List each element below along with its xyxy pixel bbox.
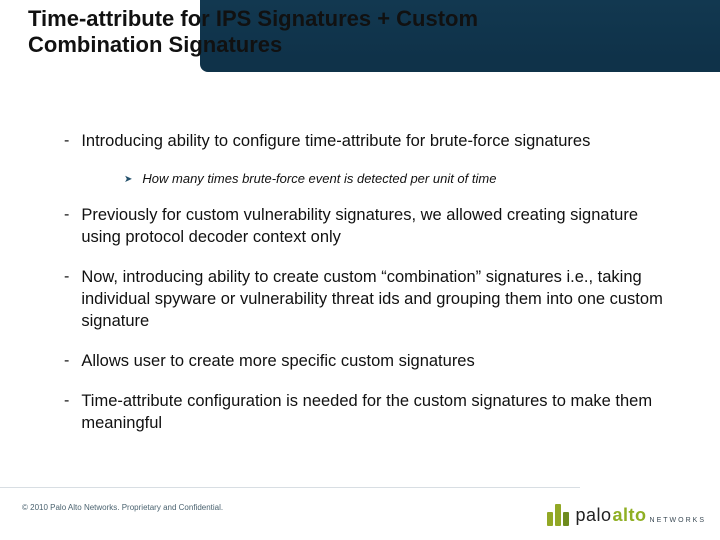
bullet-text: Introducing ability to configure time-at… [81,130,590,152]
bullet-text: Now, introducing ability to create custo… [81,266,664,332]
slide-title: Time-attribute for IPS Signatures + Cust… [28,6,548,58]
dash-icon: - [64,130,69,152]
bullet-item: - Now, introducing ability to create cus… [64,266,664,332]
dash-icon: - [64,350,69,372]
logo-word2: alto [613,505,647,526]
bullet-text: Previously for custom vulnerability sign… [81,204,664,248]
dash-icon: - [64,204,69,248]
bullet-item: - Previously for custom vulnerability si… [64,204,664,248]
divider [0,487,580,488]
bullet-item: - Time-attribute configuration is needed… [64,390,664,434]
bullet-text: Time-attribute configuration is needed f… [81,390,664,434]
arrow-icon: ➤ [124,170,132,190]
dash-icon: - [64,390,69,434]
bullet-item: - Allows user to create more specific cu… [64,350,664,372]
bullet-text: Allows user to create more specific cust… [81,350,474,372]
slide-body: - Introducing ability to configure time-… [64,130,664,452]
sub-bullet-item: ➤ How many times brute-force event is de… [124,170,664,190]
bullet-item: - Introducing ability to configure time-… [64,130,664,152]
sub-bullet-text: How many times brute-force event is dete… [142,170,496,190]
logo-word1: palo [576,505,612,526]
footer-text: © 2010 Palo Alto Networks. Proprietary a… [22,503,223,512]
logo: paloalto NETWORKS [547,504,707,526]
logo-sub: NETWORKS [650,517,706,524]
dash-icon: - [64,266,69,332]
logo-icon [547,504,569,526]
